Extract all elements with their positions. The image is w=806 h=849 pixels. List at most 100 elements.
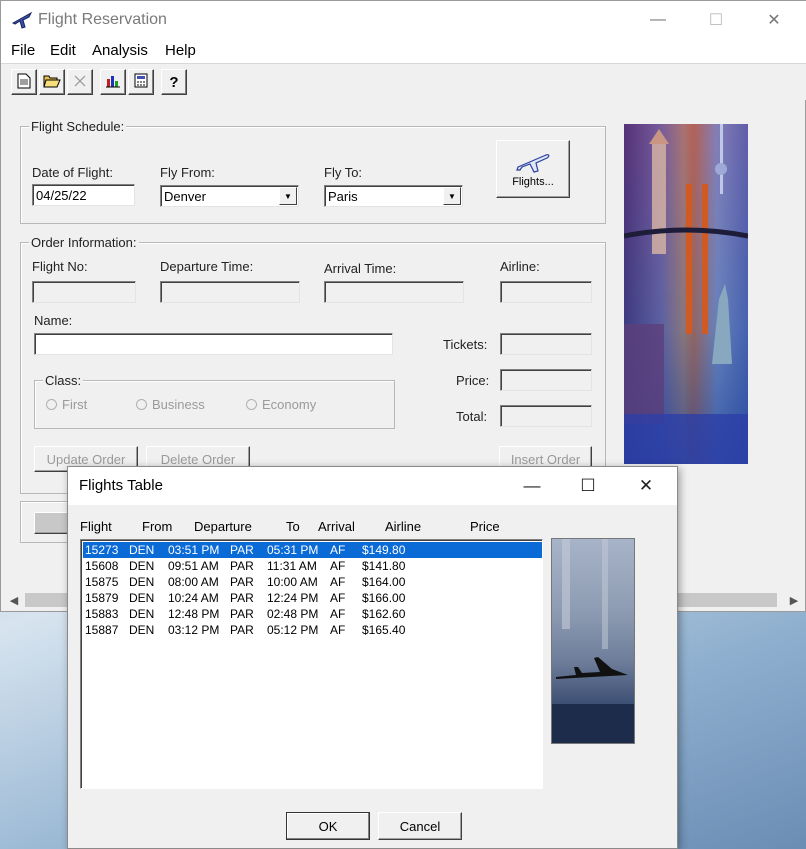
cell-price: $166.00 [362,591,406,605]
flights-button[interactable]: Flights... [496,140,570,198]
flights-list[interactable]: 15273 DEN 03:51 PM PAR 05:31 PM AF $149.80 1560… [80,539,543,789]
analysis-graph-button[interactable] [100,69,126,95]
menu-file[interactable]: File [11,42,35,59]
cell-to: PAR [230,543,254,557]
class-economy-radio[interactable]: Economy [246,397,316,412]
open-order-button[interactable] [39,69,65,95]
cell-flight: 15883 [85,607,119,621]
column-header-airline: Airline [385,519,422,534]
cell-airline: AF [330,591,346,605]
cell-departure: 03:51 PM [168,543,220,557]
maximize-button[interactable]: ☐ [693,1,739,39]
cell-arrival: 10:00 AM [267,575,318,589]
report-button[interactable] [128,69,154,95]
cell-price: $164.00 [362,575,406,589]
cell-arrival: 05:12 PM [267,623,319,637]
table-row[interactable]: 15273 DEN 03:51 PM PAR 05:31 PM AF $149.80 [83,542,542,558]
fly-from-label: Fly From: [160,165,215,180]
menu-bar: File Edit Analysis Help [1,39,806,63]
date-of-flight-input[interactable]: 04/25/22 [32,184,135,206]
column-header-to: To [286,519,300,534]
cell-from: DEN [129,559,155,573]
dialog-maximize-button[interactable]: ☐ [565,467,611,505]
toolbar: ? [1,63,806,100]
total-field [500,405,592,427]
delete-order-button[interactable] [67,69,93,95]
menu-help[interactable]: Help [165,42,196,59]
help-question-icon: ? [169,73,179,91]
airplane-icon [516,151,550,176]
cell-flight: 15608 [85,559,119,573]
cell-price: $165.40 [362,623,406,637]
fly-to-select[interactable]: Paris ▼ [324,185,463,207]
cell-from: DEN [129,543,155,557]
scroll-right-icon[interactable]: ▶ [785,591,803,609]
class-label: Class: [43,373,84,388]
arrival-time-field [324,281,464,303]
table-row[interactable]: 15879 DEN 10:24 AM PAR 12:24 PM AF $166.00 [83,590,542,606]
cell-price: $141.80 [362,559,406,573]
table-row[interactable]: 15608 DEN 09:51 AM PAR 11:31 AM AF $141.80 [83,558,542,574]
close-button[interactable]: ✕ [751,1,797,39]
flight-no-label: Flight No: [32,259,88,274]
arrival-time-label: Arrival Time: [324,261,397,276]
cell-price: $149.80 [362,543,406,557]
cell-from: DEN [129,607,155,621]
column-header-price: Price [470,519,500,534]
delete-x-icon [74,75,86,90]
minimize-button[interactable]: — [635,1,681,39]
cell-arrival: 02:48 PM [267,607,319,621]
new-order-button[interactable] [11,69,37,95]
chevron-down-icon[interactable]: ▼ [279,187,297,205]
menu-analysis[interactable]: Analysis [92,42,148,59]
open-folder-icon [43,74,61,91]
class-economy-label: Economy [262,397,317,412]
bar-chart-icon [105,74,121,91]
cell-to: PAR [230,623,254,637]
table-row[interactable]: 15883 DEN 12:48 PM PAR 02:48 PM AF $162.60 [83,606,542,622]
total-label: Total: [456,409,488,424]
cell-to: PAR [230,559,254,573]
airplane-photo-image [551,538,635,744]
scroll-left-icon[interactable]: ◀ [5,591,23,609]
departure-time-label: Departure Time: [160,259,254,274]
class-first-radio[interactable]: First [46,397,87,412]
chevron-down-icon[interactable]: ▼ [443,187,461,205]
flight-no-field [32,281,136,303]
flights-button-label: Flights... [512,175,554,188]
dialog-minimize-button[interactable]: — [509,467,555,505]
cell-arrival: 05:31 PM [267,543,319,557]
dialog-close-button[interactable]: ✕ [623,467,669,505]
flight-schedule-label: Flight Schedule: [29,119,127,134]
calculator-icon [134,73,148,91]
menu-edit[interactable]: Edit [50,42,76,59]
ok-button[interactable]: OK [286,812,370,840]
radio-icon [46,399,57,410]
cell-airline: AF [330,559,346,573]
radio-icon [246,399,257,410]
help-button[interactable]: ? [161,69,187,95]
cell-departure: 03:12 PM [168,623,220,637]
tickets-label: Tickets: [443,337,488,352]
column-header-from: From [142,519,173,534]
airplane-app-icon [11,9,33,31]
cell-airline: AF [330,623,346,637]
dialog-title: Flights Table [79,477,163,494]
cell-flight: 15879 [85,591,119,605]
order-information-label: Order Information: [29,235,139,250]
cell-airline: AF [330,575,346,589]
class-business-label: Business [152,397,205,412]
name-input[interactable] [34,333,393,355]
cancel-button[interactable]: Cancel [378,812,462,840]
title-bar[interactable]: Flight Reservation — ☐ ✕ [1,1,806,39]
airline-label: Airline: [500,259,540,274]
fly-to-value: Paris [328,189,358,204]
table-row[interactable]: 15887 DEN 03:12 PM PAR 05:12 PM AF $165.40 [83,622,542,638]
dialog-title-bar[interactable]: Flights Table — ☐ ✕ [68,467,677,505]
class-business-radio[interactable]: Business [136,397,205,412]
table-row[interactable]: 15875 DEN 08:00 AM PAR 10:00 AM AF $164.00 [83,574,542,590]
fly-from-select[interactable]: Denver ▼ [160,185,299,207]
new-document-icon [17,73,31,92]
tickets-field [500,333,592,355]
class-first-label: First [62,397,88,412]
